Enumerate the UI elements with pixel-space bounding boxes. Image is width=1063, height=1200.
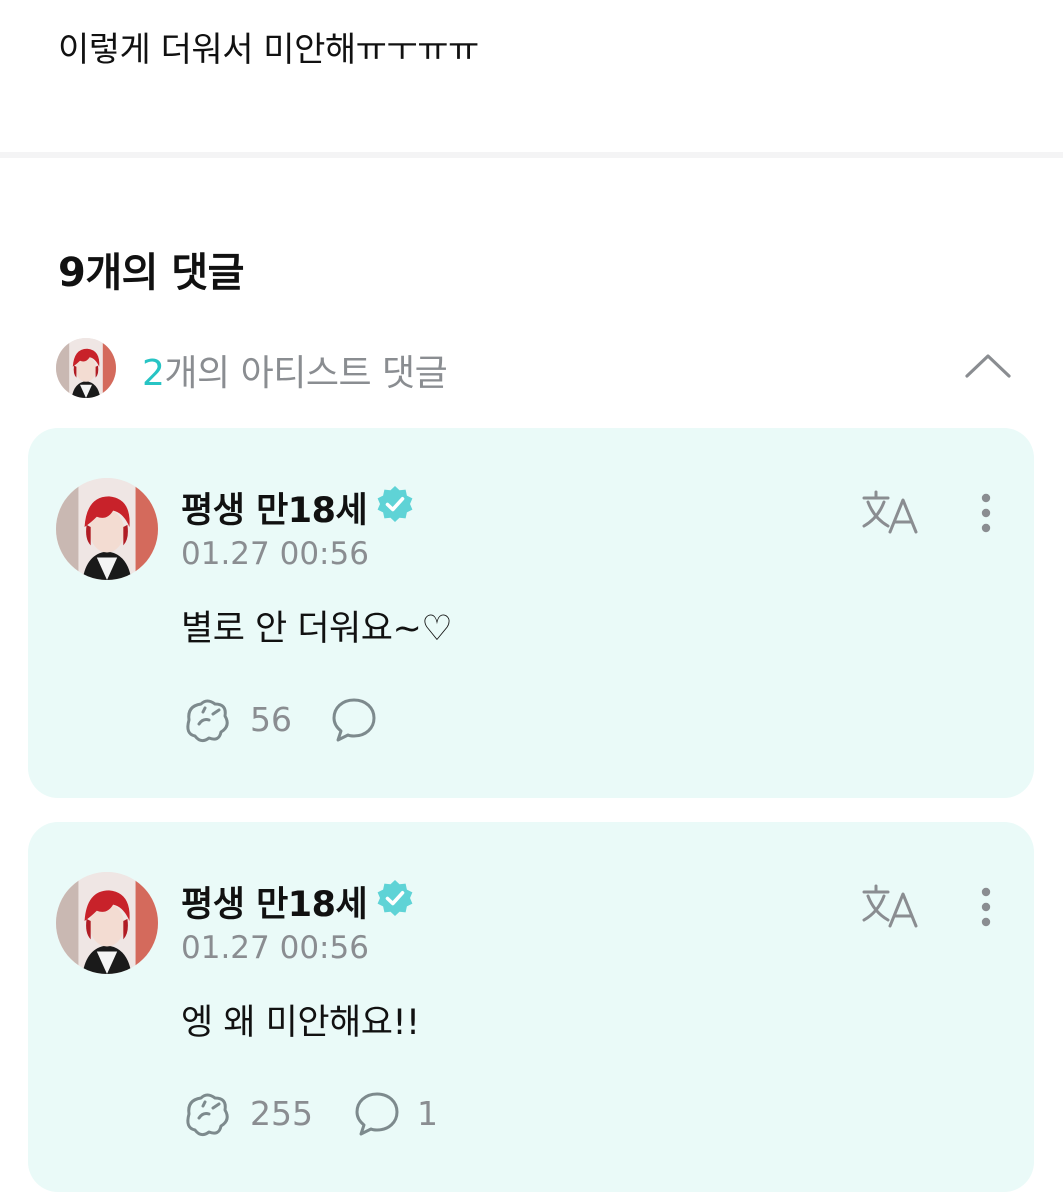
more-options-button[interactable]: [966, 882, 1006, 932]
commenter-name[interactable]: 평생 만18세: [181, 876, 368, 927]
more-vertical-icon: [981, 887, 991, 927]
artist-avatar: [56, 338, 116, 398]
commenter-name[interactable]: 평생 만18세: [181, 482, 368, 533]
verified-badge-icon: [375, 484, 415, 524]
artist-comment-card: 평생 만18세 01.27 00:56 별로 안 더워요~♡ 56: [28, 428, 1034, 798]
reply-count: 1: [417, 1094, 438, 1133]
cheer-button[interactable]: [181, 1090, 233, 1138]
post-comments-page: 이렇게 더워서 미안해ㅠㅜㅠㅠ 9개의 댓글 2개의 아티스트 댓글 평생 만1…: [0, 0, 1063, 1200]
cheer-count: 255: [250, 1094, 313, 1133]
artist-comment-card: 평생 만18세 01.27 00:56 엥 왜 미안해요!! 255 1: [28, 822, 1034, 1192]
comment-count-heading: 9개의 댓글: [58, 250, 244, 296]
reply-button[interactable]: [351, 1090, 403, 1138]
verified-badge-icon: [375, 878, 415, 918]
commenter-avatar[interactable]: [56, 478, 158, 580]
comment-text: 별로 안 더워요~♡: [181, 609, 453, 649]
cheer-icon: [186, 1093, 229, 1137]
collapse-button[interactable]: [960, 344, 1016, 388]
translate-button[interactable]: [860, 488, 922, 538]
more-options-button[interactable]: [966, 488, 1006, 538]
translate-icon: [862, 490, 918, 534]
comment-timestamp: 01.27 00:56: [181, 536, 369, 572]
chevron-up-icon: [965, 354, 1011, 378]
artist-comments-label: 2개의 아티스트 댓글: [142, 344, 448, 396]
post-text: 이렇게 더워서 미안해ㅠㅜㅠㅠ: [58, 30, 479, 70]
reply-button[interactable]: [328, 696, 380, 744]
translate-icon: [862, 884, 918, 928]
avatar-image: [56, 872, 158, 974]
cheer-button[interactable]: [181, 696, 233, 744]
section-divider: [0, 152, 1063, 158]
comment-text: 엥 왜 미안해요!!: [181, 1003, 420, 1043]
comment-timestamp: 01.27 00:56: [181, 930, 369, 966]
artist-comments-toggle[interactable]: 2개의 아티스트 댓글: [0, 328, 1063, 404]
translate-button[interactable]: [860, 882, 922, 932]
cheer-icon: [186, 699, 229, 743]
avatar-image: [56, 338, 116, 398]
comment-bubble-icon: [355, 1092, 399, 1136]
comment-bubble-icon: [332, 698, 376, 742]
commenter-avatar[interactable]: [56, 872, 158, 974]
artist-comment-count: 2: [142, 353, 165, 394]
cheer-count: 56: [250, 700, 292, 739]
artist-comment-label-text: 개의 아티스트 댓글: [164, 353, 448, 394]
avatar-image: [56, 478, 158, 580]
more-vertical-icon: [981, 493, 991, 533]
